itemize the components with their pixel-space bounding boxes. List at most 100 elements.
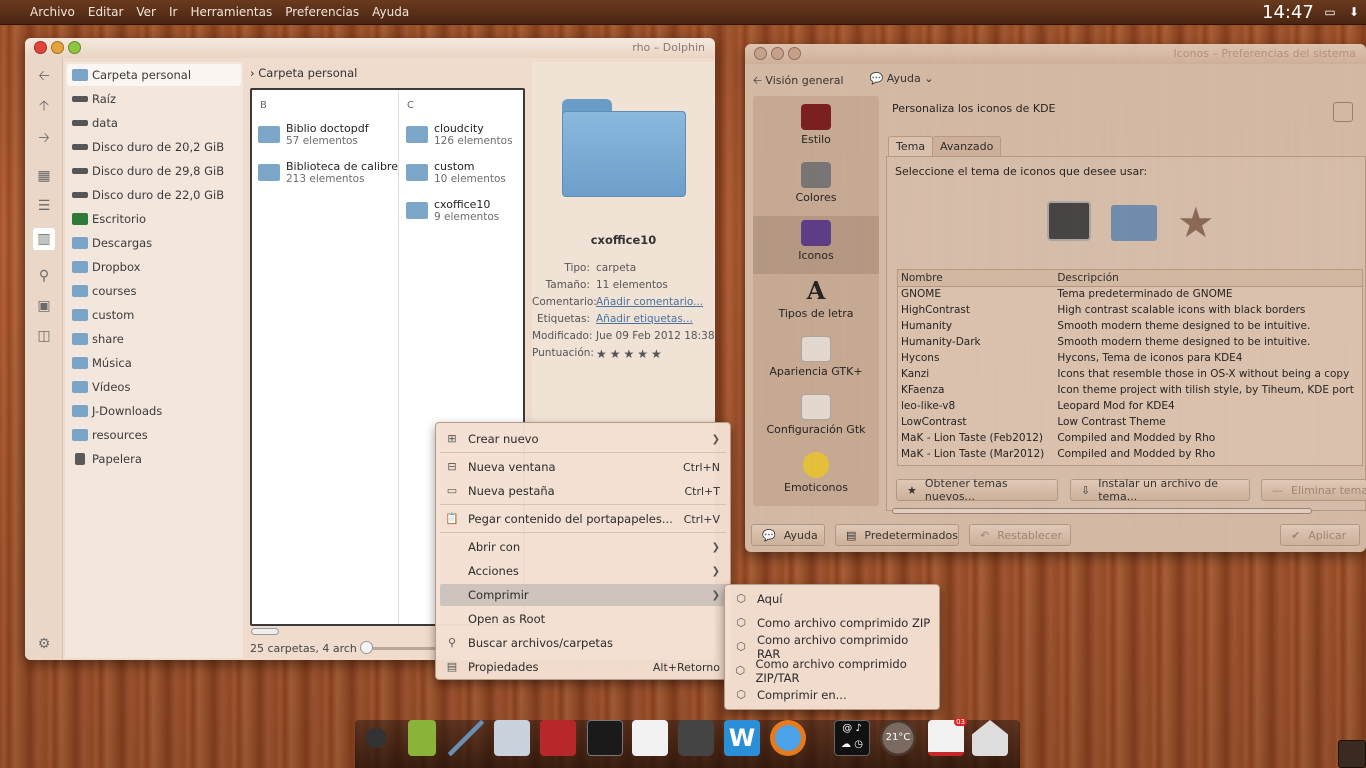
- maximize-icon[interactable]: [788, 47, 801, 60]
- details-view-icon[interactable]: ☰: [35, 198, 53, 214]
- remove-theme-button[interactable]: — Eliminar tema: [1261, 479, 1366, 501]
- place-item[interactable]: custom: [67, 304, 241, 326]
- defaults-button[interactable]: ▤ Predeterminados: [835, 524, 959, 546]
- headphones-icon[interactable]: [358, 720, 394, 756]
- tab-tema[interactable]: Tema: [888, 136, 934, 156]
- place-item[interactable]: Vídeos: [67, 376, 241, 398]
- menu-archivo[interactable]: Archivo: [30, 5, 75, 19]
- category-emoticonos[interactable]: Emoticonos: [753, 448, 879, 506]
- get-new-themes-button[interactable]: ★ Obtener temas nuevos...: [896, 477, 1058, 503]
- help-menu-button[interactable]: 💬 Ayuda ⌄: [870, 72, 934, 91]
- column-header-nombre[interactable]: Nombre: [898, 270, 1054, 286]
- apply-button[interactable]: ✔ Aplicar: [1280, 524, 1360, 546]
- table-row[interactable]: Hycons Hycons, Tema de iconos para KDE4: [898, 351, 1362, 367]
- folder-item[interactable]: Biblioteca de calibre 213 elementos: [258, 160, 398, 194]
- icons-view-icon[interactable]: ▦: [35, 168, 53, 184]
- shopping-bag-icon[interactable]: [408, 720, 436, 756]
- mail-icon[interactable]: 03: [928, 718, 967, 756]
- package-icon[interactable]: [494, 720, 530, 756]
- category-tipos-de-letra[interactable]: A Tipos de letra: [753, 274, 879, 332]
- minimize-icon[interactable]: [771, 47, 784, 60]
- overview-button[interactable]: 🡠 Visión general: [753, 72, 844, 91]
- columns-view-icon[interactable]: ▥: [33, 228, 55, 250]
- download-icon[interactable]: ⬇: [1346, 5, 1362, 19]
- place-item[interactable]: data: [67, 112, 241, 134]
- install-theme-button[interactable]: ⇩ Instalar un archivo de tema...: [1070, 477, 1250, 503]
- place-item[interactable]: Música: [67, 352, 241, 374]
- rating-stars[interactable]: ★★★★★: [596, 347, 665, 361]
- app-switcher-icon[interactable]: @ ♪ ☁ ◷: [834, 720, 870, 756]
- tools-icon[interactable]: [448, 720, 484, 756]
- menu-item[interactable]: ⊞ Crear nuevo ❯: [440, 428, 726, 450]
- submenu-item[interactable]: ⬡ Aquí: [729, 588, 935, 610]
- info-link[interactable]: Añadir comentario...: [596, 296, 703, 308]
- column-header-descripcion[interactable]: Descripción: [1054, 270, 1362, 286]
- horizontal-scrollbar[interactable]: [892, 508, 1312, 514]
- menu-item[interactable]: Open as Root: [440, 608, 726, 630]
- place-item[interactable]: Disco duro de 29,8 GiB: [67, 160, 241, 182]
- minimize-icon[interactable]: [51, 41, 64, 54]
- menu-herramientas[interactable]: Herramientas: [190, 5, 272, 19]
- category-iconos[interactable]: Iconos: [753, 216, 879, 274]
- configure-icon[interactable]: [1333, 102, 1353, 122]
- word-icon[interactable]: W: [724, 720, 760, 756]
- folder-item[interactable]: cloudcity 126 elementos: [406, 122, 513, 156]
- place-item[interactable]: courses: [67, 280, 241, 302]
- gear-icon[interactable]: ⚙: [35, 636, 53, 652]
- menu-preferencias[interactable]: Preferencias: [285, 5, 359, 19]
- table-row[interactable]: LowContrast Low Contrast Theme: [898, 415, 1362, 431]
- book-icon[interactable]: [540, 720, 576, 756]
- tab-avanzado[interactable]: Avanzado: [932, 136, 1002, 156]
- close-icon[interactable]: [34, 41, 47, 54]
- table-row[interactable]: Humanity Smooth modern theme designed to …: [898, 319, 1362, 335]
- table-row[interactable]: Humanity-Dark Smooth modern theme designe…: [898, 335, 1362, 351]
- forward-arrow-icon[interactable]: 🡢: [35, 130, 53, 146]
- split-view-icon[interactable]: ◫: [35, 328, 53, 344]
- info-link[interactable]: Añadir etiquetas...: [596, 313, 693, 325]
- typewriter-icon[interactable]: [678, 720, 714, 756]
- weather-widget[interactable]: 21°C: [880, 720, 916, 756]
- menu-item[interactable]: Comprimir ❯: [440, 584, 726, 606]
- place-item[interactable]: J-Downloads: [67, 400, 241, 422]
- search-icon[interactable]: ⚲: [35, 268, 53, 284]
- table-row[interactable]: HighContrast High contrast scalable icons…: [898, 303, 1362, 319]
- menu-editar[interactable]: Editar: [88, 5, 124, 19]
- place-item[interactable]: Descargas: [67, 232, 241, 254]
- reset-button[interactable]: ↶ Restablecer: [969, 524, 1071, 546]
- table-row[interactable]: MaK - Lion Taste (Feb2012) Compiled and M…: [898, 431, 1362, 447]
- maximize-icon[interactable]: [68, 41, 81, 54]
- menu-item[interactable]: ⚲ Buscar archivos/carpetas: [440, 632, 726, 654]
- zoom-slider-handle[interactable]: [360, 641, 373, 654]
- menu-item[interactable]: ⊟ Nueva ventana Ctrl+N: [440, 456, 726, 478]
- preview-icon[interactable]: ▣: [35, 298, 53, 314]
- clock[interactable]: 14:47: [1262, 2, 1314, 23]
- table-row[interactable]: GNOME Tema predeterminado de GNOME: [898, 287, 1362, 303]
- dolphin-titlebar[interactable]: rho – Dolphin: [25, 38, 715, 58]
- place-item[interactable]: Escritorio: [67, 208, 241, 230]
- place-item[interactable]: Dropbox: [67, 256, 241, 278]
- submenu-item[interactable]: ⬡ Como archivo comprimido ZIP: [729, 612, 935, 634]
- footer-help-button[interactable]: 💬 Ayuda: [751, 524, 825, 546]
- table-row[interactable]: Kanzi Icons that resemble those in OS-X w…: [898, 367, 1362, 383]
- menu-item[interactable]: Acciones ❯: [440, 560, 726, 582]
- close-icon[interactable]: [754, 47, 767, 60]
- folder-item[interactable]: custom 10 elementos: [406, 160, 506, 194]
- place-item[interactable]: Disco duro de 22,0 GiB: [67, 184, 241, 206]
- place-item[interactable]: share: [67, 328, 241, 350]
- place-item[interactable]: Papelera: [67, 448, 241, 470]
- terminal-icon[interactable]: [587, 720, 623, 756]
- menu-item[interactable]: ▤ Propiedades Alt+Retorno: [440, 656, 726, 678]
- folder-item[interactable]: cxoffice10 9 elementos: [406, 198, 499, 232]
- up-arrow-icon[interactable]: 🡡: [35, 98, 53, 114]
- menu-item[interactable]: Abrir con ❯: [440, 536, 726, 558]
- battery-icon[interactable]: ▭: [1322, 5, 1338, 19]
- breadcrumb[interactable]: › Carpeta personal: [250, 66, 357, 80]
- category-apariencia-gtk[interactable]: Apariencia GTK+: [753, 332, 879, 390]
- table-row[interactable]: KFaenza Icon theme project with tilish st…: [898, 383, 1362, 399]
- horizontal-scrollbar[interactable]: [251, 628, 279, 635]
- category-colores[interactable]: Colores: [753, 158, 879, 216]
- back-arrow-icon[interactable]: 🡠: [35, 68, 53, 84]
- show-desktop-button[interactable]: [1338, 740, 1366, 768]
- place-item[interactable]: Raíz: [67, 88, 241, 110]
- writing-icon[interactable]: [632, 720, 668, 756]
